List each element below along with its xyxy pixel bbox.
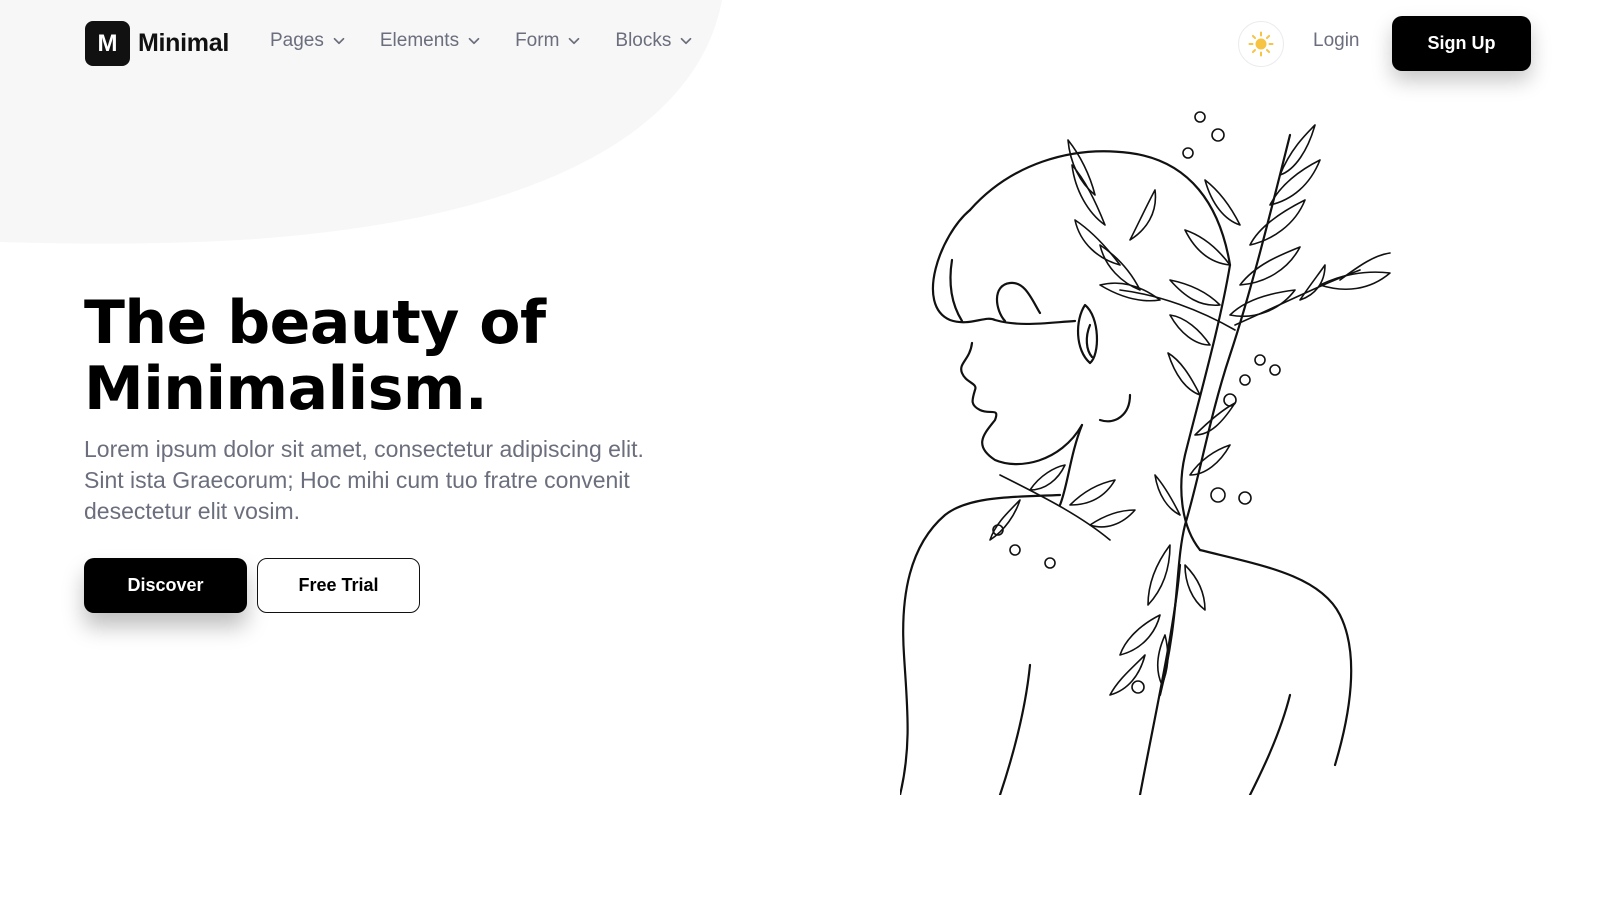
hero-description: Lorem ipsum dolor sit amet, consectetur …: [84, 436, 644, 524]
main-menu: Pages Elements Form Blocks: [270, 30, 695, 52]
hero-title-line-2: Minimalism.: [84, 354, 488, 424]
top-navbar: M Minimal Pages Elements Form Blocks Log…: [0, 0, 1607, 88]
woman-line-art-illustration: [900, 111, 1391, 795]
landing-page: M Minimal Pages Elements Form Blocks Log…: [0, 0, 1607, 902]
hero-title: The beauty of Minimalism.: [84, 290, 724, 422]
brand[interactable]: M Minimal: [85, 21, 229, 66]
menu-item-label: Blocks: [615, 30, 672, 51]
sun-icon: [1248, 31, 1274, 57]
brand-name: Minimal: [138, 29, 229, 57]
menu-item-pages[interactable]: Pages: [270, 30, 348, 52]
chevron-down-icon: [569, 37, 580, 45]
chevron-down-icon: [468, 37, 480, 45]
free-trial-button[interactable]: Free Trial: [257, 558, 420, 613]
discover-button[interactable]: Discover: [84, 558, 247, 613]
menu-item-elements[interactable]: Elements: [380, 30, 483, 52]
menu-item-blocks[interactable]: Blocks: [615, 30, 695, 52]
logo-icon: M: [85, 21, 130, 66]
menu-item-label: Form: [515, 30, 560, 51]
login-link[interactable]: Login: [1313, 30, 1360, 52]
signup-button[interactable]: Sign Up: [1392, 16, 1531, 71]
menu-item-label: Elements: [379, 30, 460, 51]
menu-item-label: Pages: [270, 30, 324, 51]
menu-item-form[interactable]: Form: [515, 30, 583, 52]
chevron-down-icon: [681, 37, 692, 45]
hero-title-line-1: The beauty of: [84, 288, 546, 358]
chevron-down-icon: [333, 37, 345, 45]
theme-toggle-button[interactable]: [1238, 21, 1284, 67]
logo-letter: M: [97, 29, 118, 57]
